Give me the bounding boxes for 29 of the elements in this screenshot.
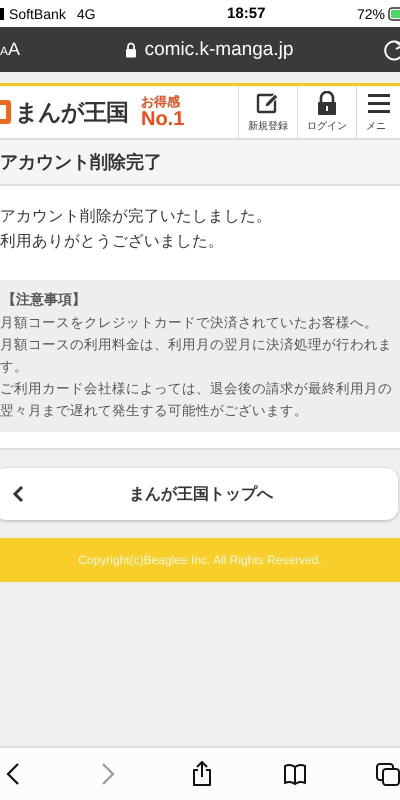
home-button[interactable]: まんが王国トップへ	[0, 468, 398, 520]
menu-icon	[366, 91, 390, 115]
signal-icon	[0, 8, 4, 20]
battery-percent: 72%	[356, 6, 385, 22]
notice-text: 月額コースをクレジットカードで決済されていたお客様へ。	[0, 314, 379, 333]
tabs-icon[interactable]	[376, 761, 400, 787]
promo-label: お得感	[141, 96, 181, 108]
lock-icon	[315, 91, 339, 115]
message-text: 利用ありがとうございました。	[0, 231, 225, 252]
text-size-button[interactable]: AA	[0, 39, 20, 60]
share-icon[interactable]	[190, 761, 214, 787]
lock-icon	[124, 42, 137, 58]
chevron-left-icon	[12, 485, 24, 503]
notice-text: 月額コースの利用料金は、利用月の翌月に決済処理が行われます。	[0, 336, 393, 377]
promo-rank: No.1	[141, 108, 184, 128]
url-text[interactable]: comic.k-manga.jp	[144, 38, 294, 60]
reload-icon[interactable]	[384, 38, 400, 62]
pencil-icon	[256, 91, 280, 115]
carrier-name: SoftBank	[9, 6, 66, 22]
book-icon[interactable]	[283, 761, 307, 787]
copyright-text: Copyright(c)Beaglee Inc. All Rights Reserved.	[78, 553, 322, 567]
clock-time: 18:57	[227, 5, 266, 22]
network-type: 4G	[76, 6, 96, 22]
notice-heading: 【注意事項】	[1, 290, 87, 310]
site-logo[interactable]: まんが王国	[15, 96, 128, 128]
battery-icon	[388, 6, 400, 20]
notice-text: ご利用カード会社様によっては、退会後の請求が最終利用月の翌々月まで遅れて発生する可能性がございます。	[0, 380, 393, 421]
page-title: アカウント削除完了	[0, 151, 162, 174]
message-text: アカウント削除が完了いたしました。	[0, 206, 273, 227]
